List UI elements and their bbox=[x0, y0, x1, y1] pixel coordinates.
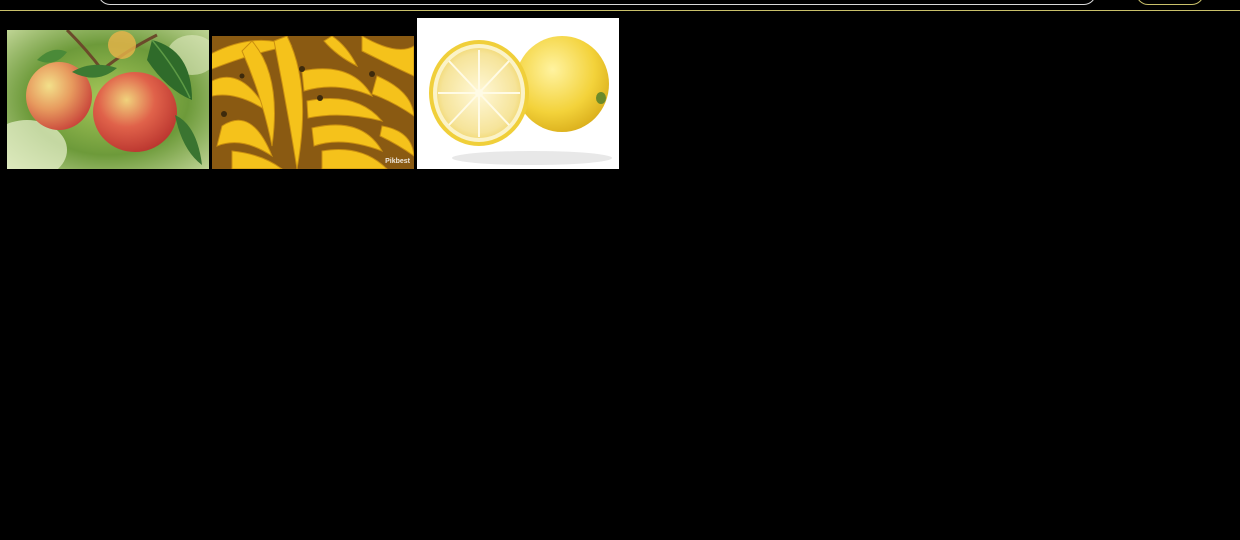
lemon-image[interactable] bbox=[417, 18, 619, 169]
top-bar bbox=[0, 0, 1240, 11]
apple-image[interactable] bbox=[7, 30, 209, 169]
banana-image[interactable]: Pikbest bbox=[212, 36, 414, 169]
watermark-text: Pikbest bbox=[385, 158, 410, 165]
search-button[interactable] bbox=[1136, 0, 1204, 5]
image-gallery: Pikbest bbox=[0, 12, 1240, 540]
search-input[interactable] bbox=[98, 0, 1096, 5]
